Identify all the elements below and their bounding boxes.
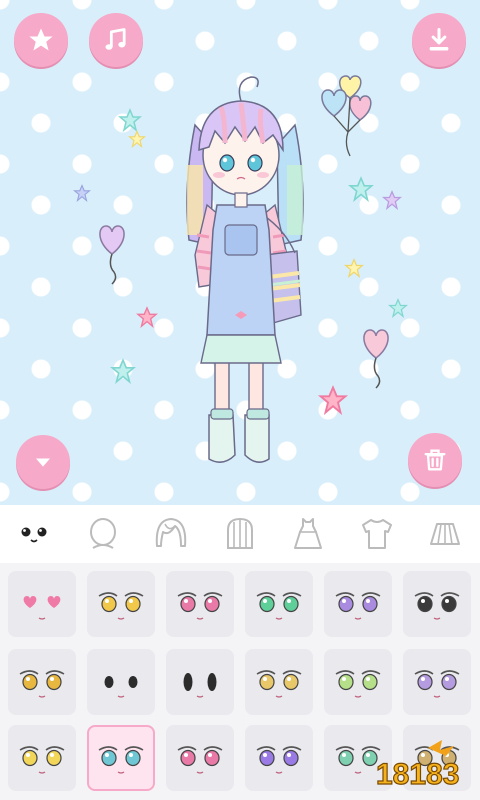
face-item-tile[interactable] <box>87 649 155 715</box>
eyes-icon <box>177 592 223 620</box>
collapse-panel-button[interactable] <box>16 435 70 489</box>
face-item-tile[interactable] <box>8 571 76 637</box>
category-face[interactable] <box>0 505 69 563</box>
face-item-tile[interactable] <box>166 725 234 791</box>
triangle-down-icon <box>36 458 50 467</box>
star-decoration <box>110 358 136 384</box>
eyes-icon <box>19 746 65 774</box>
eyes-icon <box>23 596 61 620</box>
face-item-tile[interactable] <box>166 571 234 637</box>
eyes-icon <box>183 673 217 698</box>
face-item-tile[interactable] <box>324 649 392 715</box>
balloon-bunch-decoration <box>321 75 372 157</box>
star-decoration <box>118 108 142 132</box>
eyes-icon <box>104 676 138 698</box>
eyes-icon <box>256 746 302 774</box>
download-icon <box>429 27 449 51</box>
eyes-icon <box>335 670 381 698</box>
face-item-tile[interactable] <box>8 725 76 791</box>
trash-icon <box>424 449 446 471</box>
eyes-icon <box>256 592 302 620</box>
category-skirt[interactable] <box>411 505 480 563</box>
dress-icon <box>294 518 323 549</box>
category-head[interactable] <box>69 505 138 563</box>
eyes-icon <box>414 670 460 698</box>
watermark-text: 18183 <box>376 758 459 791</box>
category-hair-front[interactable] <box>137 505 206 563</box>
category-bar <box>0 505 480 563</box>
delete-button[interactable] <box>408 433 462 487</box>
star-decoration <box>344 258 364 278</box>
favorite-button[interactable] <box>14 13 68 67</box>
face-item-tile[interactable] <box>403 649 471 715</box>
face-item-tile[interactable] <box>403 571 471 637</box>
star-decoration <box>382 190 402 210</box>
hair-front-icon <box>156 518 187 547</box>
eyes-icon <box>98 746 144 774</box>
face-item-tile[interactable] <box>324 571 392 637</box>
face-item-tile[interactable] <box>166 649 234 715</box>
face-item-tile[interactable] <box>245 725 313 791</box>
category-dress[interactable] <box>274 505 343 563</box>
hair-back-icon <box>226 517 253 549</box>
heart-balloon-decoration <box>363 329 389 389</box>
star-decoration <box>348 176 374 202</box>
eyes-icon <box>19 670 65 698</box>
category-shirt[interactable] <box>343 505 412 563</box>
skirt-icon <box>430 523 461 545</box>
music-note-icon <box>105 28 126 50</box>
eyes-icon <box>256 670 302 698</box>
category-hair-back[interactable] <box>206 505 275 563</box>
dressup-stage <box>0 0 480 505</box>
face-item-tile[interactable] <box>8 649 76 715</box>
face-item-tile[interactable] <box>245 571 313 637</box>
download-button[interactable] <box>412 13 466 67</box>
site-watermark-logo: 18183 <box>375 740 460 792</box>
star-decoration <box>136 306 158 328</box>
eyes-icon <box>177 746 223 774</box>
heart-balloon-decoration <box>99 225 125 285</box>
music-button[interactable] <box>89 13 143 67</box>
star-decoration <box>388 298 408 318</box>
character-doll <box>186 76 304 463</box>
eyes-icon <box>98 592 144 620</box>
head-icon <box>89 518 116 549</box>
star-decoration <box>128 130 146 148</box>
face-item-tile[interactable] <box>87 571 155 637</box>
eyes-icon <box>414 592 460 620</box>
star-decoration <box>73 184 91 202</box>
face-item-tile[interactable] <box>87 725 155 791</box>
shirt-icon <box>361 519 392 549</box>
star-icon <box>29 28 53 51</box>
face-icon <box>21 527 47 543</box>
eyes-icon <box>335 592 381 620</box>
face-item-tile[interactable] <box>245 649 313 715</box>
